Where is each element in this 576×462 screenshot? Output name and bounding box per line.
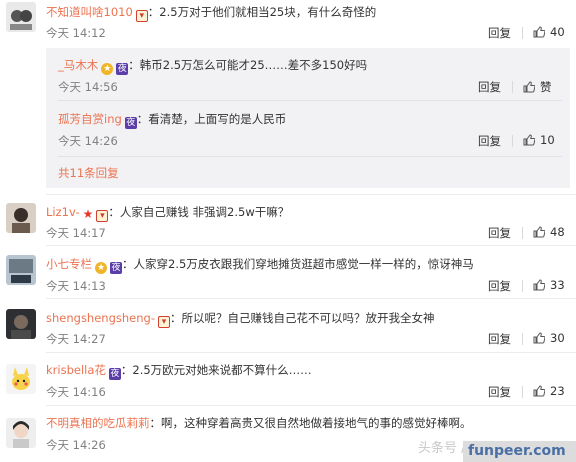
comment-text: 人家自己赚钱 非强调2.5w干嘛？ [119,205,290,219]
avatar[interactable] [6,2,36,32]
divider [46,298,576,299]
sub-reply-line: 孤芳自赏ing 夜：看清楚，上面写的是人民币 [58,112,287,129]
reply-button[interactable]: 回复 [488,225,511,241]
username-link[interactable]: 不明真相的吃瓜莉莉 [46,416,150,430]
divider [512,135,513,147]
divider [46,405,576,406]
like-count: 40 [550,25,565,39]
divider [46,352,576,353]
like-count: 23 [550,384,565,398]
divider [58,100,562,101]
like-count: 33 [550,278,565,292]
like-count: 48 [550,225,565,239]
vip-badge-icon: ▾ [96,210,109,222]
comment-time: 今天 14:13 [46,279,106,293]
thumb-up-icon [533,385,545,397]
reply-text: 韩币2.5万怎么可能才25……差不多150好吗 [139,58,368,72]
divider [522,333,523,345]
thumb-up-icon [533,332,545,344]
avatar[interactable] [6,255,36,285]
avatar[interactable] [6,203,36,233]
night-badge-icon: 夜 [116,63,129,75]
thumb-up-icon [523,134,535,146]
watermark-text: funpeer.com [468,443,566,459]
like-button[interactable]: 48 [533,225,565,239]
night-badge-icon: 夜 [108,368,121,380]
username-link[interactable]: 孤芳自赏ing [58,112,122,126]
comment-line: Liz1v- ★ ▾ ：人家自己赚钱 非强调2.5w干嘛？ [46,205,290,222]
comment-text: 2.5万欧元对她来说都不算什么…… [132,363,312,377]
thumb-up-icon [533,279,545,291]
divider [522,280,523,292]
comment-time: 今天 14:16 [46,385,106,399]
avatar[interactable] [6,364,36,394]
avatar[interactable] [6,309,36,339]
reply-button[interactable]: 回复 [488,331,511,347]
reply-button[interactable]: 回复 [478,79,501,95]
divider [522,227,523,239]
vip-badge-icon: ▾ [157,316,170,328]
comment-line: shengshengsheng- ▾ ：所以呢？自己赚钱自己花不可以吗？放开我全女神 [46,311,435,328]
username-link[interactable]: 不知道叫啥1010 [46,5,133,19]
divider [46,194,576,195]
night-badge-icon: 夜 [110,262,122,274]
username-link[interactable]: Liz1v- [46,205,80,219]
divider [58,156,562,157]
comment-text: 人家穿2.5万皮衣跟我们穿地摊货逛超市感觉一样一样的，惊讶神马 [133,257,474,271]
thumb-up-icon [533,26,545,38]
divider [522,27,523,39]
reply-text: 看清楚，上面写的是人民币 [148,112,287,126]
star-badge-icon: ★ [82,207,94,221]
reply-button[interactable]: 回复 [478,133,501,149]
like-label: 赞 [540,80,552,94]
like-button[interactable]: 赞 [523,79,552,95]
reply-button[interactable]: 回复 [488,25,511,41]
username-link[interactable]: shengshengsheng- [46,311,155,325]
divider [46,245,576,246]
thumb-up-icon [533,226,545,238]
sub-reply-line: _马木木 ★ 夜：韩币2.5万怎么可能才25……差不多150好吗 [58,58,368,75]
username-link[interactable]: krisbella花 [46,363,106,377]
like-count: 10 [540,133,555,147]
comment-line: 不知道叫啥1010 ▾ ：2.5万对于他们就相当25块，有什么奇怪的 [46,5,377,22]
comment-time: 今天 14:26 [46,438,106,452]
more-replies-link[interactable]: 共11条回复 [58,165,119,181]
comment-text: 2.5万对于他们就相当25块，有什么奇怪的 [159,5,377,19]
comment-time: 今天 14:12 [46,26,106,40]
like-button[interactable]: 23 [533,384,565,398]
comment-line: 不明真相的吃瓜莉莉：啊，这种穿着高贵又很自然地做着接地气的事的感觉好棒啊。 [46,416,472,430]
like-count: 30 [550,331,565,345]
like-button[interactable]: 30 [533,331,565,345]
member-badge-icon: ★ [101,63,114,75]
divider [522,386,523,398]
username-link[interactable]: _马木木 [58,58,98,72]
member-badge-icon: ★ [95,262,107,274]
reply-time: 今天 14:56 [58,80,118,94]
night-badge-icon: 夜 [124,117,137,129]
comment-time: 今天 14:27 [46,332,106,346]
avatar[interactable] [6,418,36,448]
comment-text: 啊，这种穿着高贵又很自然地做着接地气的事的感觉好棒啊。 [161,416,472,430]
comment-time: 今天 14:17 [46,226,106,240]
like-button[interactable]: 40 [533,25,565,39]
like-button[interactable]: 33 [533,278,565,292]
username-link[interactable]: 小七专栏 [46,257,92,271]
like-button[interactable]: 10 [523,133,555,147]
divider [512,81,513,93]
reply-button[interactable]: 回复 [488,384,511,400]
reply-time: 今天 14:26 [58,134,118,148]
vip-badge-icon: ▾ [135,10,148,22]
comment-text: 所以呢？自己赚钱自己花不可以吗？放开我全女神 [181,311,435,325]
comment-line: krisbella花夜：2.5万欧元对她来说都不算什么…… [46,363,312,380]
thumb-up-icon [523,81,535,93]
reply-button[interactable]: 回复 [488,278,511,294]
comment-line: 小七专栏 ★ 夜：人家穿2.5万皮衣跟我们穿地摊货逛超市感觉一样一样的，惊讶神马 [46,257,474,274]
